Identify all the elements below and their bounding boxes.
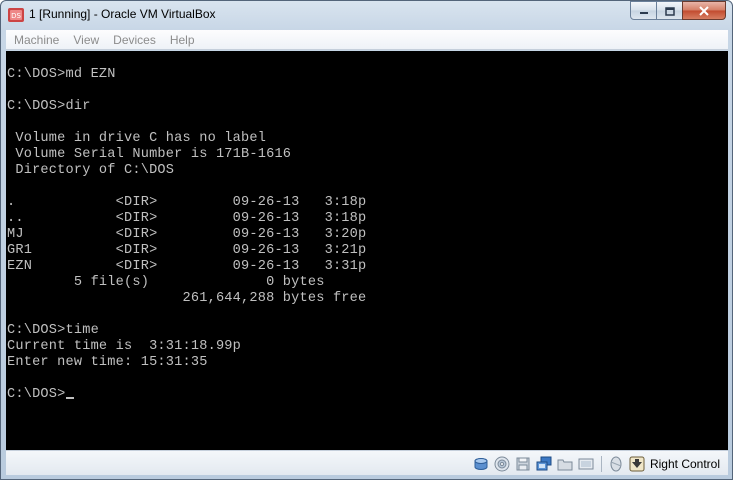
menu-help[interactable]: Help xyxy=(163,33,202,47)
console-line: C:\DOS>dir xyxy=(7,99,91,114)
vm-console-screen[interactable]: C:\DOS>md EZN C:\DOS>dir Volume in drive… xyxy=(6,51,728,450)
virtualbox-app-icon: DS xyxy=(7,6,25,24)
menu-bar: Machine View Devices Help xyxy=(6,30,728,50)
console-line: GR1 <DIR> 09-26-13 3:21p xyxy=(7,243,367,258)
svg-text:DS: DS xyxy=(11,12,21,20)
text-cursor xyxy=(65,397,74,399)
console-line: . <DIR> 09-26-13 3:18p xyxy=(7,195,367,210)
shared-folders-icon[interactable] xyxy=(557,456,574,473)
console-line: Current time is 3:31:18.99p xyxy=(7,339,242,354)
console-line: Volume in drive C has no label xyxy=(7,131,267,146)
cd-icon[interactable] xyxy=(494,456,511,473)
hard-disk-icon[interactable] xyxy=(473,456,490,473)
menu-devices[interactable]: Devices xyxy=(106,33,163,47)
caption-buttons xyxy=(630,1,726,20)
mouse-integration-icon[interactable] xyxy=(608,456,625,473)
display-icon[interactable] xyxy=(578,456,595,473)
close-icon xyxy=(699,5,709,16)
title-bar[interactable]: DS 1 [Running] - Oracle VM VirtualBox xyxy=(1,1,732,29)
status-icons: Right Control xyxy=(469,454,720,474)
console-line: Directory of C:\DOS xyxy=(7,163,175,178)
status-bar: Right Control xyxy=(6,450,728,475)
host-key-arrow-icon[interactable] xyxy=(629,456,646,473)
console-line: 5 file(s) 0 bytes xyxy=(7,275,325,290)
menu-machine[interactable]: Machine xyxy=(6,33,66,47)
console-line: Volume Serial Number is 171B-1616 xyxy=(7,147,292,162)
console-output: C:\DOS>md EZN C:\DOS>dir Volume in drive… xyxy=(7,67,366,403)
status-separator xyxy=(600,456,602,472)
minimize-icon xyxy=(639,11,648,14)
maximize-button[interactable] xyxy=(656,1,683,20)
network-icon[interactable] xyxy=(536,456,553,473)
console-line: 261,644,288 bytes free xyxy=(7,291,367,306)
virtualbox-window: DS 1 [Running] - Oracle VM VirtualBox Ma… xyxy=(0,0,733,480)
console-line: C:\DOS>md EZN xyxy=(7,67,116,82)
restore-icon xyxy=(664,6,675,16)
console-line: EZN <DIR> 09-26-13 3:31p xyxy=(7,259,367,274)
console-line: Enter new time: 15:31:35 xyxy=(7,355,208,370)
floppy-icon[interactable] xyxy=(515,456,532,473)
console-prompt-line: C:\DOS> xyxy=(7,387,66,402)
host-key-label: Right Control xyxy=(649,457,720,471)
window-title: 1 [Running] - Oracle VM VirtualBox xyxy=(29,7,216,21)
close-button[interactable] xyxy=(682,1,726,20)
console-line: .. <DIR> 09-26-13 3:18p xyxy=(7,211,367,226)
menu-view[interactable]: View xyxy=(66,33,106,47)
console-line: C:\DOS>time xyxy=(7,323,99,338)
minimize-button[interactable] xyxy=(630,1,657,20)
console-line: MJ <DIR> 09-26-13 3:20p xyxy=(7,227,367,242)
